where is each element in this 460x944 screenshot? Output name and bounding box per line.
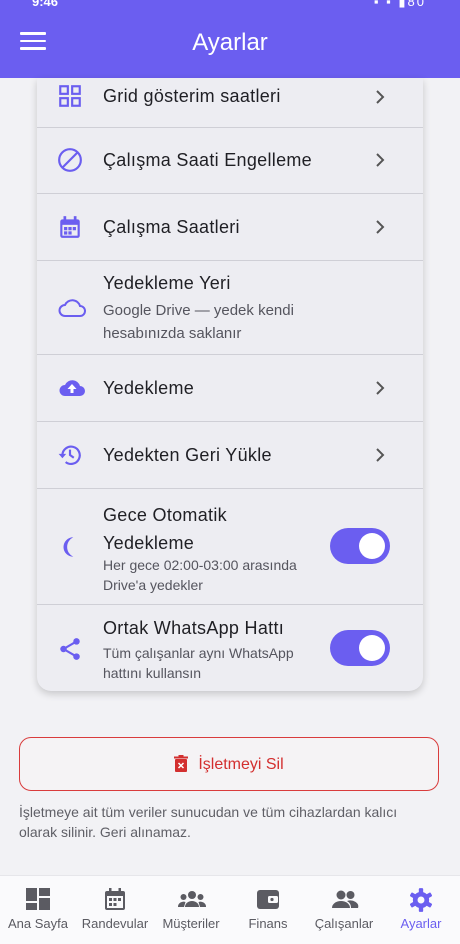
block-icon (58, 148, 82, 172)
nav-item-finance[interactable]: Finans (230, 876, 306, 944)
page-title: Ayarlar (192, 29, 268, 56)
settings-item-description: Tüm çalışanlar aynı WhatsApp hattını kul… (103, 645, 294, 681)
settings-card: Grid gösterim saatleri Çalışma Saati Eng… (37, 78, 423, 691)
nav-item-employees[interactable]: Çalışanlar (306, 876, 382, 944)
share-icon (60, 638, 80, 660)
nav-item-settings[interactable]: Ayarlar (383, 876, 459, 944)
settings-item-label: Grid gösterim saatleri (103, 86, 281, 106)
wallet-icon (257, 890, 279, 909)
grid-icon (59, 85, 81, 107)
nav-item-appointments[interactable]: Randevular (77, 876, 153, 944)
nav-label: Ayarlar (400, 916, 442, 931)
settings-item-work-hour-block[interactable]: Çalışma Saati Engelleme (37, 127, 423, 194)
trash-icon (174, 755, 189, 772)
chevron-right-icon (376, 153, 385, 167)
app-bar: Ayarlar (0, 10, 460, 78)
whatsapp-toggle[interactable] (330, 630, 390, 666)
settings-item-label: Gece Otomatik Yedekleme (103, 505, 227, 553)
settings-item-backup-location[interactable]: Yedekleme Yeri Google Drive — yedek kend… (37, 261, 423, 355)
nav-item-home[interactable]: Ana Sayfa (0, 876, 76, 944)
settings-icon (409, 888, 433, 912)
status-icons: ▪ ▪ ▮80 (374, 0, 426, 10)
settings-item-label: Çalışma Saati Engelleme (103, 150, 312, 170)
delete-business-label: İşletmeyi Sil (198, 756, 284, 773)
chevron-right-icon (376, 220, 385, 234)
battery-level: 80 (407, 0, 426, 9)
settings-item-label: Ortak WhatsApp Hattı (103, 618, 285, 638)
settings-item-description: Google Drive — yedek kendi hesabınızda s… (103, 302, 294, 342)
nav-item-customers[interactable]: Müşteriler (153, 876, 229, 944)
nightly-backup-toggle[interactable] (330, 528, 390, 564)
dashboard-icon (26, 888, 50, 910)
cloud-upload-icon (59, 380, 85, 396)
cloud-icon (58, 299, 86, 317)
settings-item-restore[interactable]: Yedekten Geri Yükle (37, 422, 423, 489)
chevron-right-icon (376, 448, 385, 462)
settings-item-label: Çalışma Saatleri (103, 217, 240, 237)
settings-item-nightly-backup: Gece Otomatik Yedekleme Her gece 02:00-0… (37, 489, 423, 605)
delete-business-button[interactable]: İşletmeyi Sil (19, 737, 439, 791)
groups-icon (178, 891, 206, 907)
calendar-icon (60, 216, 80, 238)
people-icon (332, 890, 359, 908)
restore-icon (58, 445, 81, 465)
settings-item-grid-hours[interactable]: Grid gösterim saatleri (37, 78, 423, 128)
settings-item-backup[interactable]: Yedekleme (37, 355, 423, 422)
status-time: 9:46 (32, 0, 59, 9)
chevron-right-icon (376, 381, 385, 395)
settings-item-description: Her gece 02:00-03:00 arasında Drive'a ye… (103, 557, 297, 593)
settings-item-label: Yedekleme (103, 378, 195, 398)
status-bar: 9:46 ▪ ▪ ▮80 (0, 0, 460, 10)
settings-item-work-hours[interactable]: Çalışma Saatleri (37, 194, 423, 261)
settings-item-label: Yedekten Geri Yükle (103, 445, 272, 465)
calendar-icon (105, 888, 125, 910)
settings-item-whatsapp: Ortak WhatsApp Hattı Tüm çalışanlar aynı… (37, 605, 423, 691)
settings-item-label: Yedekleme Yeri (103, 273, 231, 293)
chevron-right-icon (376, 90, 385, 104)
delete-warning-text: İşletmeye ait tüm veriler sunucudan ve t… (19, 804, 398, 840)
moon-icon (63, 537, 74, 557)
bottom-navigation: Ana Sayfa Randevular Müşteriler Finans Ç… (0, 875, 460, 944)
